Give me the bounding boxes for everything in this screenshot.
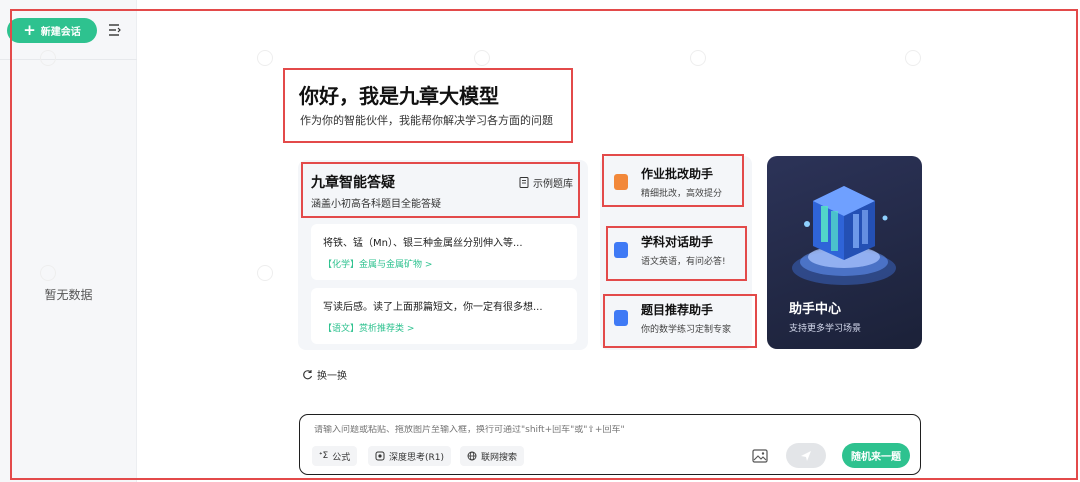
page-title: 你好，我是九章大模型 [299,84,499,108]
watermark-icon [40,265,56,281]
watermark-icon [40,50,56,66]
watermark-icon [474,50,490,66]
deep-think-label: 深度思考(R1) [389,452,445,463]
refresh-button[interactable]: 换一换 [302,367,347,382]
assistant-hub-card[interactable]: 助手中心 支持更多学习场景 [767,156,922,349]
new-chat-button[interactable]: + 新建会话 [7,18,97,43]
assistant-description: 语文英语，有问必答! [641,257,726,267]
send-icon [801,450,811,461]
qa-question-text: 将铁、锰（Mn）、银三种金属丝分别伸入等... [323,238,523,249]
qa-description: 涵盖小初高各科题目全能答疑 [311,199,441,210]
qa-question-card[interactable]: 将铁、锰（Mn）、银三种金属丝分别伸入等... 【化学】金属与金属矿物 > [311,224,577,280]
subject-chat-assistant[interactable]: 学科对话助手 语文英语，有问必答! [608,230,748,270]
question-recommend-assistant[interactable]: 题目推荐助手 你的数学练习定制专家 [608,298,748,338]
assistant-title: 学科对话助手 [641,235,714,249]
sidebar-header: + 新建会话 [0,0,137,60]
empty-history-label: 暂无数据 [44,288,93,302]
example-bank-link[interactable]: 示例题库 [519,175,573,190]
homework-icon [614,174,628,190]
qa-question-tag: 【语文】赏析推荐类 > [323,324,415,334]
watermark-icon [690,50,706,66]
formula-button[interactable]: ᐩΣ 公式 [312,446,358,466]
formula-icon: ᐩΣ [319,451,329,461]
new-chat-label: 新建会话 [40,27,81,38]
chat-quote-icon [614,242,628,258]
web-search-label: 联网搜索 [481,452,518,463]
deep-think-button[interactable]: 深度思考(R1) [368,446,452,466]
qa-question-card[interactable]: 写读后感。读了上面那篇短文，你一定有很多想... 【语文】赏析推荐类 > [311,288,577,344]
refresh-label: 换一换 [317,371,347,382]
qa-question-tag: 【化学】金属与金属矿物 > [323,260,433,270]
assistant-title: 作业批改助手 [641,167,714,181]
qa-question-text: 写读后感。读了上面那篇短文，你一定有很多想... [323,302,543,313]
plus-icon: + [23,21,36,39]
watermark-icon [257,265,273,281]
deep-think-icon [375,451,385,461]
hub-title: 助手中心 [789,302,842,317]
refresh-icon [303,370,313,380]
document-icon [519,177,529,188]
hub-subtitle: 支持更多学习场景 [789,324,862,334]
web-search-button[interactable]: 联网搜索 [460,446,525,466]
sidebar-collapse-icon[interactable] [108,22,122,38]
globe-icon [467,451,477,461]
chat-input[interactable] [314,425,874,435]
random-question-button[interactable]: 随机来一题 [842,443,910,468]
watermark-icon [257,50,273,66]
formula-label: 公式 [332,452,351,463]
homework-assistant[interactable]: 作业批改助手 精细批改，高效提分 [608,162,748,202]
sidebar: + 新建会话 暂无数据 [0,0,137,482]
assistant-description: 你的数学练习定制专家 [641,325,732,335]
page-subtitle: 作为你的智能伙伴，我能帮你解决学习各方面的问题 [300,114,553,127]
image-upload-icon[interactable] [751,447,769,465]
assistant-description: 精细批改，高效提分 [641,189,723,199]
send-button[interactable] [786,443,826,468]
watermark-icon [905,50,921,66]
qa-title: 九章智能答疑 [311,175,395,191]
chat-input-box: ᐩΣ 公式 深度思考(R1) 联网搜索 随机来一题 [299,414,921,475]
recommend-icon [614,310,628,326]
example-bank-label: 示例题库 [533,179,573,190]
hub-illustration-icon [792,186,896,285]
assistant-title: 题目推荐助手 [641,303,714,317]
